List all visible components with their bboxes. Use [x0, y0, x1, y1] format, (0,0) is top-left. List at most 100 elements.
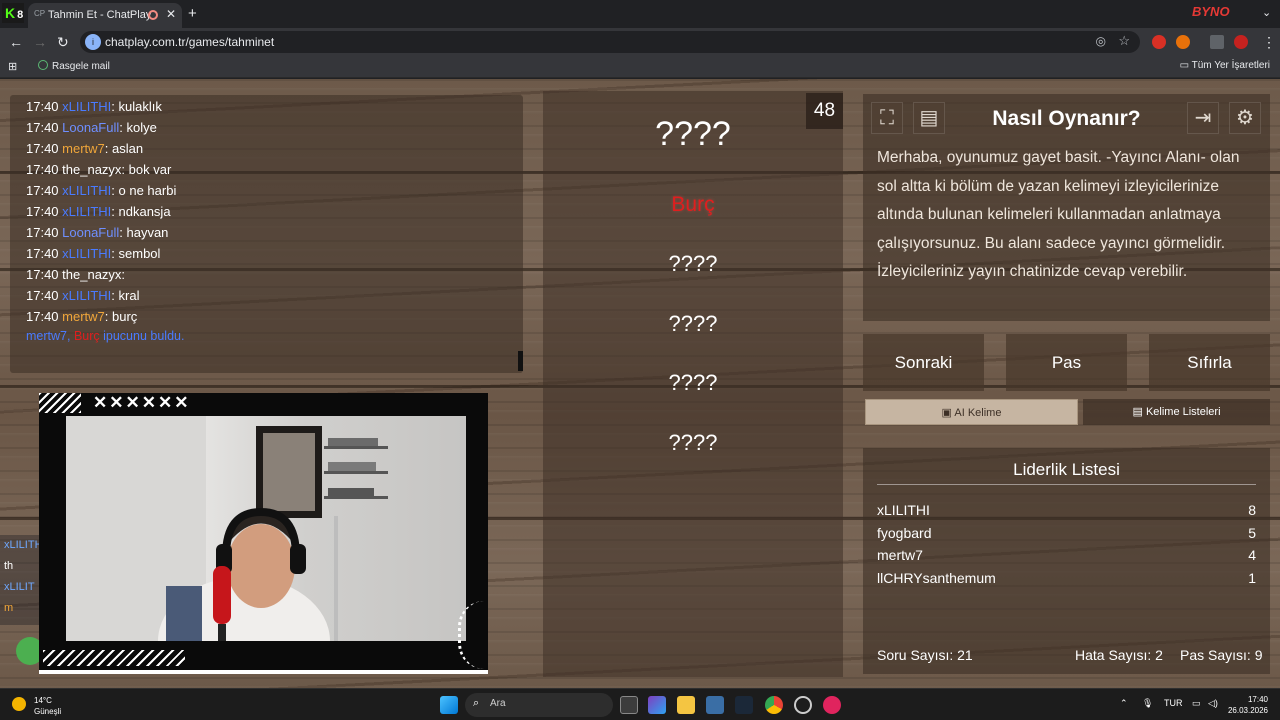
- pass-count: Pas Sayısı: 9: [1180, 647, 1263, 663]
- chat-text: : o ne harbi: [111, 183, 177, 198]
- microphone-icon[interactable]: 🎙: [1142, 698, 1153, 709]
- list-icon: ▤: [1132, 406, 1143, 418]
- reload-icon[interactable]: ↻: [57, 34, 69, 51]
- leaderboard-row: mertw7 4: [877, 547, 1256, 563]
- chat-scrollbar[interactable]: [518, 351, 523, 371]
- wave-decoration: [458, 601, 484, 669]
- chat-time: 17:40: [26, 204, 63, 219]
- chat-username[interactable]: xLILITHI: [62, 246, 111, 261]
- address-bar[interactable]: i chatplay.com.tr/games/tahminet ◎ ☆: [80, 31, 1140, 53]
- extension-icon[interactable]: [1176, 35, 1190, 49]
- menu-kebab-icon[interactable]: ⋮: [1262, 34, 1276, 51]
- store-icon[interactable]: [706, 696, 724, 714]
- chat-username[interactable]: LoonaFull: [62, 120, 119, 135]
- chat-username[interactable]: LoonaFull: [62, 225, 119, 240]
- tray-chevron-icon[interactable]: ⌃: [1120, 698, 1128, 709]
- language-indicator[interactable]: TUR: [1164, 698, 1183, 708]
- revealed-word: Burç: [671, 193, 715, 216]
- eye-slash-icon[interactable]: ◎: [1096, 34, 1106, 48]
- back-arrow-icon[interactable]: ←: [9, 34, 23, 50]
- chat-time: 17:40: [26, 162, 63, 177]
- volume-icon[interactable]: ◁): [1208, 698, 1218, 709]
- chat-message: 17:40 xLILITHI: sembol: [26, 246, 160, 261]
- chat-text: : kulaklık: [111, 99, 162, 114]
- task-view-icon[interactable]: [620, 696, 638, 714]
- chrome-icon[interactable]: [765, 696, 783, 714]
- copilot-icon[interactable]: [648, 696, 666, 714]
- chat-message: 17:40 mertw7: aslan: [26, 141, 143, 156]
- leaderboard-row: llCHRYsanthemum 1: [877, 570, 1256, 586]
- how-to-play-text: Merhaba, oyunumuz gayet basit. -Yayıncı …: [877, 149, 1240, 280]
- chat-text: : hayvan: [119, 225, 169, 240]
- profile-avatar[interactable]: BYNO: [1192, 4, 1230, 19]
- start-windows-icon[interactable]: [440, 696, 458, 714]
- obs-icon[interactable]: [794, 696, 812, 714]
- next-button[interactable]: Sonraki: [863, 334, 984, 391]
- error-count: Hata Sayısı: 2: [1075, 647, 1163, 663]
- hidden-word: ????: [668, 430, 718, 455]
- chat-username[interactable]: mertw7: [62, 141, 105, 156]
- url-text[interactable]: chatplay.com.tr/games/tahminet: [105, 35, 274, 49]
- chat-username[interactable]: the_nazyx: [62, 267, 121, 282]
- close-tab-icon[interactable]: ✕: [166, 7, 176, 21]
- chat-message: 17:40 LoonaFull: hayvan: [26, 225, 168, 240]
- profile-icon[interactable]: [1234, 35, 1248, 49]
- tab-word-lists[interactable]: ▤ Kelime Listeleri: [1083, 399, 1270, 425]
- word-column: 48 ???? Burç ???? ???? ???? ????: [543, 91, 843, 677]
- chat-text: : burç: [104, 309, 138, 324]
- browser-tab[interactable]: CP Tahmin Et - ChatPlay ✕: [28, 3, 182, 28]
- logout-icon[interactable]: ⇥: [1187, 102, 1219, 134]
- search-icon: ⌕: [473, 697, 480, 709]
- chat-message: 17:40 xLILITHI: kulaklık: [26, 99, 162, 114]
- game-page: 17:40 xLILITHI: kulaklık 17:40 LoonaFull:…: [0, 79, 1280, 688]
- hidden-word: ????: [668, 311, 718, 336]
- taskbar-clock[interactable]: 17:40 26.03.2026: [1228, 694, 1268, 716]
- chat-username[interactable]: mertw7: [62, 309, 105, 324]
- bookmark-star-icon[interactable]: ☆: [1118, 33, 1130, 49]
- gear-icon[interactable]: ⚙: [1229, 102, 1261, 134]
- chat-text: : aslan: [104, 141, 144, 156]
- chat-time: 17:40: [26, 267, 63, 282]
- chat-username[interactable]: xLILITHI: [62, 99, 111, 114]
- chatplay-favicon: CP: [34, 9, 46, 18]
- chat-message: 17:40 xLILITHI: ndkansja: [26, 204, 171, 219]
- chat-message: 17:40 mertw7: burç: [26, 309, 137, 324]
- chat-username[interactable]: xLILITHI: [62, 204, 111, 219]
- chat-message: 17:40 xLILITHI: o ne harbi: [26, 183, 176, 198]
- site-info-icon[interactable]: i: [85, 34, 101, 50]
- recorder-icon[interactable]: [823, 696, 841, 714]
- chat-time: 17:40: [26, 225, 63, 240]
- chat-username[interactable]: the_nazyx: [62, 162, 121, 177]
- chat-username[interactable]: xLILITHI: [62, 288, 111, 303]
- apps-grid-icon[interactable]: ⊞: [8, 60, 17, 73]
- question-count: Soru Sayısı: 21: [877, 647, 973, 663]
- extension-icon[interactable]: [1152, 35, 1166, 49]
- hidden-word: ????: [668, 370, 718, 395]
- taskbar-search[interactable]: ⌕ Ara: [465, 693, 613, 717]
- chat-username[interactable]: xLILITHI: [62, 183, 111, 198]
- forward-arrow-icon[interactable]: →: [33, 34, 47, 50]
- pass-button[interactable]: Pas: [1006, 334, 1127, 391]
- chat-text: : ndkansja: [111, 204, 171, 219]
- steam-icon[interactable]: [735, 696, 753, 714]
- bookmark-rasgele-mail[interactable]: Rasgele mail: [38, 60, 110, 72]
- chat-text: : bok var: [121, 162, 172, 177]
- new-tab-button[interactable]: +: [188, 5, 197, 22]
- chat-time: 17:40: [26, 309, 63, 324]
- file-explorer-icon[interactable]: [677, 696, 695, 714]
- network-icon[interactable]: ▭: [1192, 698, 1201, 709]
- tab-search-chevron-icon[interactable]: ⌄: [1262, 6, 1271, 19]
- kick-app-icon[interactable]: K8: [2, 3, 24, 23]
- tab-ai-word[interactable]: ▣ AI Kelime: [865, 399, 1078, 425]
- reset-button[interactable]: Sıfırla: [1149, 334, 1270, 391]
- all-bookmarks-folder[interactable]: ▭ Tüm Yer İşaretleri: [1180, 60, 1270, 71]
- chat-message: 17:40 LoonaFull: kolye: [26, 120, 157, 135]
- chat-text: : kolye: [119, 120, 157, 135]
- media-control-icon[interactable]: [1210, 35, 1224, 49]
- how-to-play-panel: ⛶ ▤ Nasıl Oynanır? ⇥ ⚙ Merhaba, oyunumuz…: [863, 94, 1270, 321]
- leaderboard-title: Liderlik Listesi: [1013, 460, 1120, 479]
- browser-toolbar: ← → ↻ i chatplay.com.tr/games/tahminet ◎…: [0, 28, 1280, 56]
- chat-text: : sembol: [111, 246, 161, 261]
- x-marks-decoration: ✕✕✕✕✕✕: [93, 393, 191, 412]
- chat-time: 17:40: [26, 141, 63, 156]
